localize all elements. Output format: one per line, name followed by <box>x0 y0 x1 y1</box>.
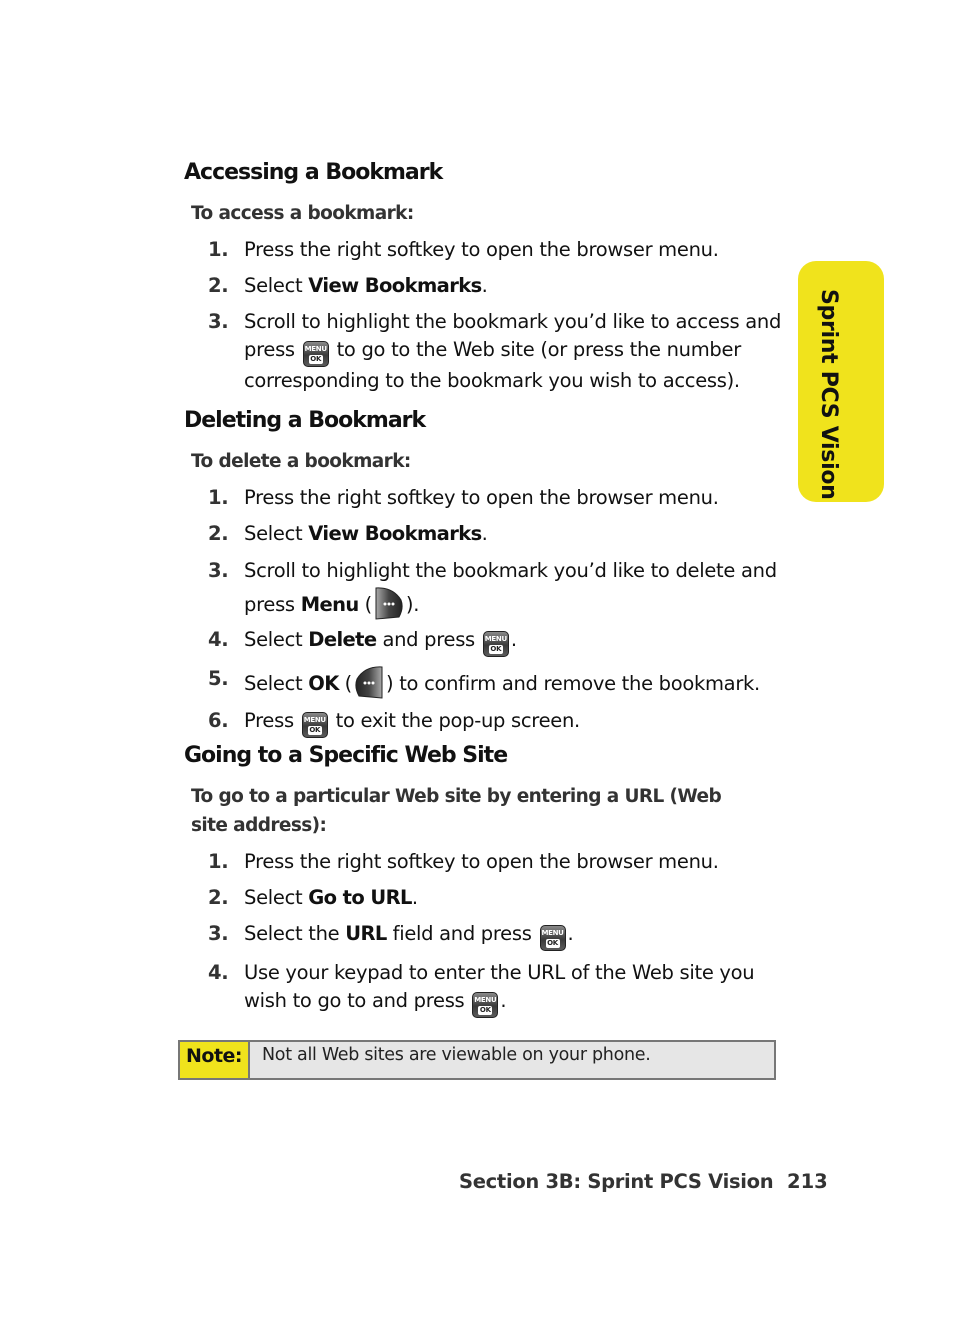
menu-ok-key-icon: MENU OK <box>472 992 499 1018</box>
heading-deleting-bookmark: Deleting a Bookmark <box>184 408 426 433</box>
menu-ok-key-icon: MENU OK <box>539 925 566 951</box>
step: 1. Press the right softkey to open the b… <box>208 850 719 873</box>
heading-going-to-web-site: Going to a Specific Web Site <box>184 743 508 768</box>
side-tab-label: Sprint PCS Vision <box>816 289 841 500</box>
note-box: Note: Not all Web sites are viewable on … <box>178 1040 776 1080</box>
footer-section-title: Section 3B: Sprint PCS Vision <box>459 1170 774 1193</box>
steps-going-to-web-site: 1. Press the right softkey to open the b… <box>208 848 798 1018</box>
step: 6. Press MENU OK to exit the pop-up scree… <box>208 707 798 738</box>
section-side-tab: Sprint PCS Vision <box>798 261 884 502</box>
step: 2. Select View Bookmarks. <box>208 522 488 545</box>
step: 3. Select the URL field and press MENU OK… <box>208 920 798 951</box>
note-text: Not all Web sites are viewable on your p… <box>262 1045 651 1065</box>
left-softkey-icon <box>355 666 383 699</box>
steps-accessing-bookmark: 1. Press the right softkey to open the b… <box>208 236 798 395</box>
intro-delete-bookmark: To delete a bookmark: <box>191 451 411 472</box>
intro-access-bookmark: To access a bookmark: <box>191 203 414 224</box>
step: 3. Scroll to highlight the bookmark you’… <box>208 310 782 392</box>
steps-deleting-bookmark: 1. Press the right softkey to open the b… <box>208 484 798 738</box>
heading-accessing-bookmark: Accessing a Bookmark <box>184 160 443 185</box>
note-label: Note: <box>180 1042 250 1078</box>
menu-ok-key-icon: MENU OK <box>301 712 328 738</box>
step: 2. Select View Bookmarks. <box>208 274 488 297</box>
step: 4. Use your keypad to enter the URL of t… <box>208 959 798 1018</box>
step: 5. Select OK () to confirm and remove th… <box>208 665 798 699</box>
step: 3. Scroll to highlight the bookmark you’… <box>208 555 798 620</box>
step: 1. Press the right softkey to open the b… <box>208 238 719 261</box>
right-softkey-icon <box>375 587 403 620</box>
menu-ok-key-icon: MENU OK <box>302 341 329 367</box>
page-number: 213 <box>787 1170 828 1193</box>
step: 1. Press the right softkey to open the b… <box>208 486 719 509</box>
step: 4. Select Delete and press MENU OK. <box>208 626 798 657</box>
step: 2. Select Go to URL. <box>208 886 418 909</box>
menu-ok-key-icon: MENU OK <box>482 631 509 657</box>
intro-go-to-url: To go to a particular Web site by enteri… <box>191 786 722 836</box>
